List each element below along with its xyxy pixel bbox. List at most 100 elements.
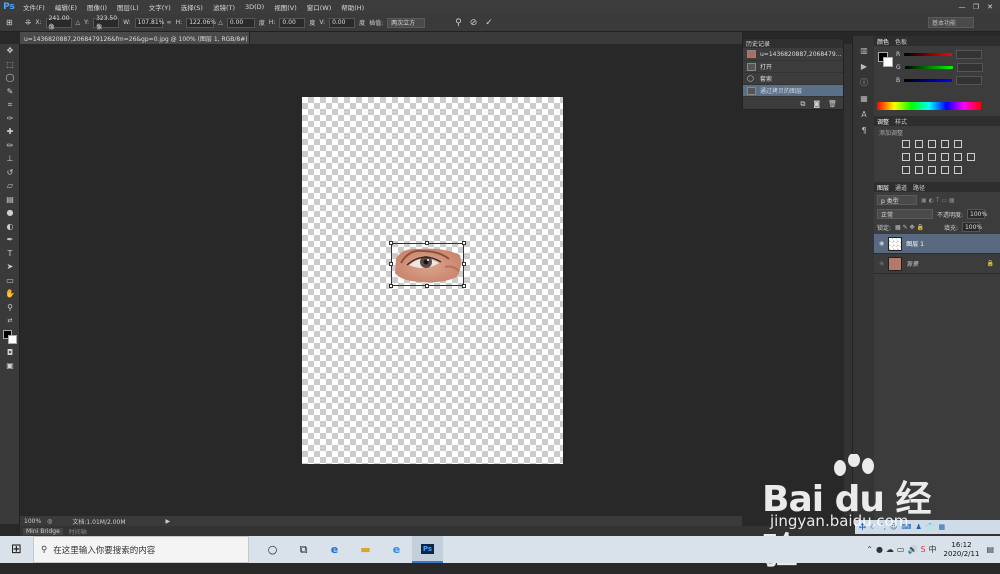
ie-browser-icon[interactable]: e bbox=[381, 536, 412, 563]
angle-field[interactable]: 0.00 bbox=[226, 17, 255, 28]
color-spectrum[interactable] bbox=[877, 102, 981, 110]
channel-mixer-icon[interactable] bbox=[954, 152, 962, 161]
visibility-eye-icon[interactable]: ◉ bbox=[879, 240, 884, 247]
y-field[interactable]: 323.50 像 bbox=[93, 15, 120, 31]
color-balance-icon[interactable] bbox=[915, 152, 923, 161]
hand-tool-icon[interactable]: ✋ bbox=[0, 287, 20, 301]
history-tab[interactable]: 历史记录 bbox=[743, 39, 843, 48]
interpolation-select[interactable]: 两次立方 bbox=[387, 17, 426, 28]
move-tool-icon[interactable]: ✥ bbox=[0, 44, 20, 58]
crop-tool-icon[interactable]: ⌗ bbox=[0, 98, 20, 112]
quick-select-tool-icon[interactable]: ✎ bbox=[0, 85, 20, 99]
commit-transform-icon[interactable]: ✓ bbox=[485, 18, 493, 28]
punct-icon[interactable]: °, bbox=[880, 523, 886, 531]
timeline-tab[interactable]: 时间轴 bbox=[69, 527, 87, 536]
photoshop-taskbar-icon[interactable]: Ps bbox=[412, 536, 443, 563]
levels-icon[interactable] bbox=[915, 139, 923, 148]
tab-adjustments[interactable]: 调整 bbox=[877, 117, 889, 126]
minimize-button[interactable]: — bbox=[956, 1, 968, 12]
antivirus-icon[interactable]: S bbox=[920, 545, 925, 554]
document-tab[interactable]: u=1436820887,2068479126&fm=26&gp=0.jpg @… bbox=[20, 32, 250, 44]
opacity-field[interactable]: 100% bbox=[967, 209, 987, 219]
history-item-selected[interactable]: 通过拷贝的图层 bbox=[743, 85, 843, 97]
height-field[interactable]: 122.06% bbox=[186, 17, 216, 28]
blend-mode-select[interactable]: 正常 bbox=[877, 209, 933, 219]
layer-row-selected[interactable]: ◉ 图层 1 bbox=[874, 234, 1000, 254]
screen-mode-icon[interactable]: ▣ bbox=[0, 359, 20, 373]
info-panel-icon[interactable]: ⓘ bbox=[853, 74, 875, 90]
menu-select[interactable]: 选择(S) bbox=[176, 2, 208, 12]
shirt-icon[interactable]: 👕 bbox=[926, 523, 935, 531]
menu-filter[interactable]: 滤镜(T) bbox=[208, 2, 240, 12]
shape-tool-icon[interactable]: ▭ bbox=[0, 274, 20, 288]
transform-handle[interactable] bbox=[389, 241, 393, 245]
qq-icon[interactable]: ● bbox=[876, 545, 883, 554]
transform-handle[interactable] bbox=[462, 262, 466, 266]
emoji-icon[interactable]: ☺ bbox=[890, 523, 897, 531]
b-slider[interactable] bbox=[904, 79, 953, 82]
eraser-tool-icon[interactable]: ▱ bbox=[0, 179, 20, 193]
threshold-icon[interactable] bbox=[928, 165, 936, 174]
link-icon[interactable]: ∞ bbox=[167, 19, 172, 26]
width-field[interactable]: 107.81% bbox=[134, 17, 164, 28]
menu-help[interactable]: 帮助(H) bbox=[336, 2, 369, 12]
lock-icons[interactable]: ▦ ✎ ✥ 🔒 bbox=[895, 224, 924, 231]
transform-bounding-box[interactable] bbox=[389, 241, 466, 288]
hue-saturation-icon[interactable] bbox=[902, 152, 910, 161]
quick-mask-icon[interactable]: ◘ bbox=[0, 346, 20, 360]
transform-handle[interactable] bbox=[462, 284, 466, 288]
ime-mode-label[interactable]: 中 bbox=[859, 522, 866, 532]
posterize-icon[interactable] bbox=[915, 165, 923, 174]
menu-file[interactable]: 文件(F) bbox=[18, 2, 50, 12]
path-select-tool-icon[interactable]: ➤ bbox=[0, 260, 20, 274]
cancel-transform-icon[interactable]: ⊘ bbox=[470, 18, 478, 28]
menu-window[interactable]: 窗口(W) bbox=[302, 2, 337, 12]
color-swatches-icon[interactable] bbox=[0, 328, 20, 346]
layer-name[interactable]: 背景 bbox=[906, 259, 918, 268]
vibrance-icon[interactable] bbox=[954, 139, 962, 148]
volume-icon[interactable]: 🔊 bbox=[907, 545, 917, 554]
dodge-tool-icon[interactable]: ◐ bbox=[0, 220, 20, 234]
invert-icon[interactable] bbox=[902, 165, 910, 174]
history-item[interactable]: 打开 bbox=[743, 61, 843, 73]
network-icon[interactable]: ▭ bbox=[897, 545, 905, 554]
black-white-icon[interactable] bbox=[928, 152, 936, 161]
history-snapshot[interactable]: u=1436820887,2068479... bbox=[743, 48, 843, 61]
transform-handle[interactable] bbox=[425, 284, 429, 288]
grid-icon[interactable]: ▦ bbox=[938, 523, 945, 531]
properties-panel-icon[interactable]: ▦ bbox=[853, 90, 875, 106]
stamp-tool-icon[interactable]: ⊥ bbox=[0, 152, 20, 166]
notification-icon[interactable]: ▤ bbox=[986, 545, 994, 554]
layer-kind-filter[interactable]: p 类型 bbox=[877, 195, 917, 205]
tab-paths[interactable]: 路径 bbox=[913, 183, 925, 192]
cloud-icon[interactable]: ☁ bbox=[886, 545, 894, 554]
close-button[interactable]: ✕ bbox=[984, 1, 996, 12]
transform-handle[interactable] bbox=[389, 262, 393, 266]
mini-bridge-tab[interactable]: Mini Bridge bbox=[23, 527, 63, 535]
zoom-tool-icon[interactable]: ⚲ bbox=[0, 301, 20, 315]
transform-handle[interactable] bbox=[462, 241, 466, 245]
selective-color-icon[interactable] bbox=[941, 165, 949, 174]
swap-colors-icon[interactable]: ⇄ bbox=[0, 314, 20, 328]
menu-3d[interactable]: 3D(D) bbox=[240, 3, 269, 11]
tab-layers[interactable]: 图层 bbox=[877, 183, 889, 192]
filter-icons[interactable]: ▣ ◐ T ▭ ▦ bbox=[921, 197, 955, 204]
g-value[interactable] bbox=[956, 63, 983, 72]
keyboard-icon[interactable]: ⌨ bbox=[901, 523, 911, 531]
reference-point-icon[interactable]: ⁜ bbox=[25, 18, 32, 27]
photo-filter-icon[interactable] bbox=[941, 152, 949, 161]
moon-icon[interactable]: ☾ bbox=[870, 523, 876, 531]
eyedropper-tool-icon[interactable]: ✑ bbox=[0, 112, 20, 126]
hskew-field[interactable]: 0.00 bbox=[279, 17, 306, 28]
windows-start-icon[interactable]: ⊞ bbox=[0, 536, 33, 563]
gradient-map-icon[interactable] bbox=[954, 165, 962, 174]
r-slider[interactable] bbox=[904, 53, 953, 56]
transform-handle[interactable] bbox=[389, 284, 393, 288]
blur-tool-icon[interactable]: ● bbox=[0, 206, 20, 220]
menu-layer[interactable]: 图层(L) bbox=[112, 2, 144, 12]
edge-browser-icon[interactable]: e bbox=[319, 536, 350, 563]
tab-channels[interactable]: 通道 bbox=[895, 183, 907, 192]
taskbar-clock[interactable]: 16:12 2020/2/11 bbox=[940, 541, 984, 559]
b-value[interactable] bbox=[956, 76, 983, 85]
trash-icon[interactable]: 🗑 bbox=[828, 100, 837, 109]
